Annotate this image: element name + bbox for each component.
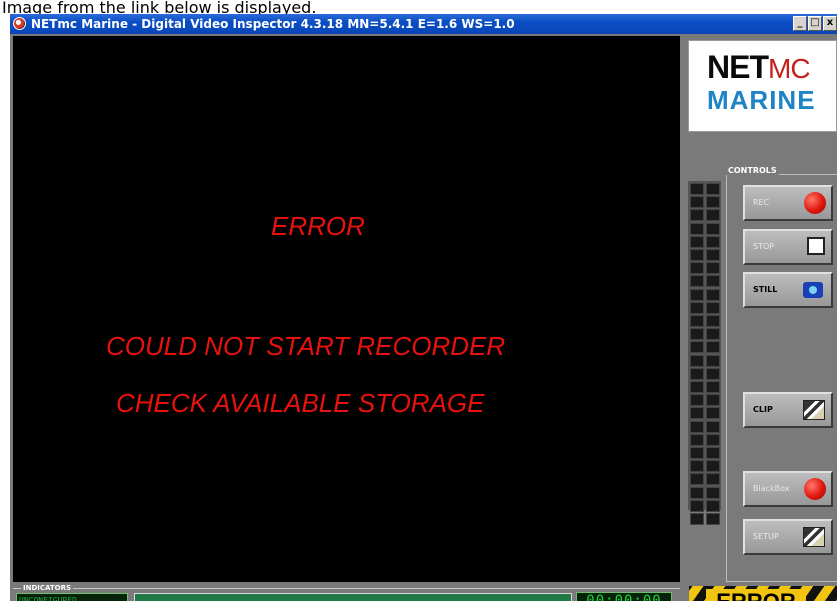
indicators-title: INDICATORS: [21, 584, 74, 592]
setup-clapperboard-icon: [803, 527, 825, 547]
meter-segment: [690, 328, 704, 341]
meter-segment: [706, 394, 720, 407]
progress-bar: [134, 593, 572, 601]
blackbox-record-icon: [804, 478, 826, 500]
meter-segment: [706, 301, 720, 314]
meter-segment: [706, 354, 720, 367]
meter-segment: [690, 209, 704, 222]
blackbox-button[interactable]: BlackBox: [743, 471, 833, 507]
meter-segment: [706, 407, 720, 420]
meter-segment: [706, 381, 720, 393]
meter-segment: [690, 394, 704, 407]
meter-segment: [690, 235, 704, 248]
stop-button[interactable]: STOP: [743, 229, 833, 265]
setup-label: SETUP: [753, 532, 779, 541]
meter-segment: [690, 249, 704, 261]
clip-button[interactable]: CLIP: [743, 392, 833, 428]
meter-segment: [706, 473, 720, 486]
error-banner: ERROR: [689, 586, 837, 601]
controls-title: CONTROLS: [726, 166, 779, 175]
meter-segment: [706, 209, 720, 222]
still-label: STILL: [753, 285, 778, 294]
meter-segment: [706, 235, 720, 248]
window-title: NETmc Marine - Digital Video Inspector 4…: [31, 17, 515, 31]
meter-segment: [690, 301, 704, 314]
progress-fill: [135, 594, 571, 601]
meter-segment: [706, 262, 720, 275]
meter-segment: [690, 407, 704, 420]
app-icon: [13, 17, 26, 30]
meter-segment: [690, 288, 704, 301]
meter-segment: [690, 183, 704, 195]
meter-segment: [706, 315, 720, 327]
camera-icon: [803, 282, 823, 298]
meter-segment: [690, 420, 704, 433]
stop-label: STOP: [753, 242, 775, 251]
meter-segment: [690, 499, 704, 512]
meter-segment: [690, 222, 704, 235]
meter-segment: [706, 499, 720, 512]
error-banner-text: ERROR: [706, 589, 806, 601]
meter-segment: [706, 249, 720, 261]
rec-button[interactable]: REC: [743, 185, 833, 221]
meter-segment: [690, 196, 704, 209]
meter-segment: [690, 354, 704, 367]
meter-segment: [706, 486, 720, 499]
meter-segment: [706, 222, 720, 235]
meter-segment: [690, 381, 704, 393]
meter-segment: [690, 486, 704, 499]
meter-segment: [690, 447, 704, 459]
meter-segment: [690, 460, 704, 473]
logo-net-text: NETMC: [707, 49, 811, 86]
close-button[interactable]: x: [823, 16, 837, 31]
video-display: ERROR COULD NOT START RECORDER CHECK AVA…: [13, 36, 680, 582]
meter-segment: [690, 433, 704, 446]
error-line-storage: CHECK AVAILABLE STORAGE: [116, 388, 485, 418]
meter-segment: [706, 341, 720, 354]
netmc-marine-logo: NETMC MARINE: [688, 40, 837, 132]
timer-display: 00:00:00: [576, 592, 672, 601]
meter-segment: [706, 420, 720, 433]
meter-segment: [706, 513, 720, 525]
logo-net: NET: [707, 49, 769, 85]
clip-label: CLIP: [753, 405, 773, 414]
meter-segment: [690, 315, 704, 327]
maximize-button[interactable]: □: [808, 16, 822, 31]
meter-segment: [690, 275, 704, 288]
meter-segment: [706, 196, 720, 209]
setup-button[interactable]: SETUP: [743, 519, 833, 555]
logo-mc: MC: [768, 53, 811, 84]
meter-segment: [706, 460, 720, 473]
meter-segment: [706, 288, 720, 301]
meter-segment: [690, 473, 704, 486]
meter-segment: [706, 328, 720, 341]
meter-segment: [690, 262, 704, 275]
minimize-button[interactable]: _: [793, 16, 807, 31]
meter-segment: [706, 367, 720, 380]
rec-label: REC: [753, 198, 770, 207]
error-line-recorder: COULD NOT START RECORDER: [106, 331, 506, 361]
meter-segment: [706, 275, 720, 288]
page-caption: Image from the link below is displayed.: [2, 0, 317, 15]
meter-segment: [706, 447, 720, 459]
meter-segment: [690, 341, 704, 354]
meter-segment: [706, 183, 720, 195]
stop-icon: [807, 237, 825, 255]
blackbox-label: BlackBox: [753, 484, 790, 493]
still-button[interactable]: STILL: [743, 272, 833, 308]
meter-segment: [690, 367, 704, 380]
logo-marine: MARINE: [707, 85, 816, 115]
meter-segment: [690, 513, 704, 525]
status-indicator: UNCONFIGURED: [16, 593, 128, 601]
indicators-divider: [13, 588, 680, 589]
title-bar[interactable]: NETmc Marine - Digital Video Inspector 4…: [10, 14, 837, 34]
level-meter: [688, 181, 721, 525]
record-icon: [804, 192, 826, 214]
meter-segment: [706, 433, 720, 446]
clapperboard-icon: [803, 400, 825, 420]
error-title: ERROR: [271, 211, 365, 241]
app-window: NETmc Marine - Digital Video Inspector 4…: [10, 14, 837, 601]
